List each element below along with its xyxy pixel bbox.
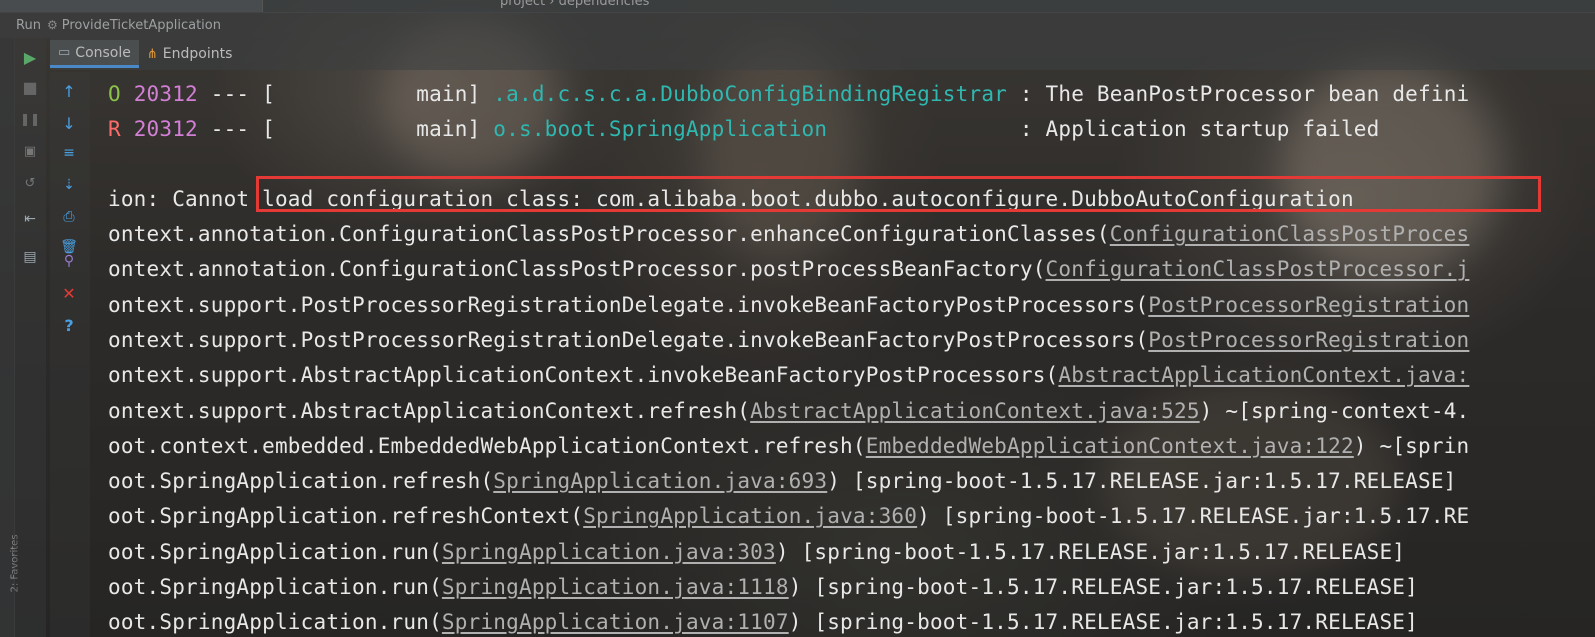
stack-frame-method: oot.context.embedded.EmbeddedWebApplicat… [108,433,866,458]
exception-prefix: ion: [108,187,173,211]
console-icon: ▭ [58,45,71,60]
stack-frame-jar: ) [spring-boot-1.5.17.RELEASE.jar:1.5.17… [788,610,1418,635]
stack-frame-method: ontext.annotation.ConfigurationClassPost… [108,222,1110,246]
log-padding [827,117,1007,141]
stack-frame-jar: ) ~[sprin [1353,433,1470,458]
stop-icon[interactable]: ■ [19,76,41,98]
stack-frame-method: ontext.support.AbstractApplicationContex… [108,398,751,423]
stack-frame-method: oot.SpringApplication.run( [108,539,442,564]
stack-frame-source-link[interactable]: SpringApplication.java:1107 [442,610,789,634]
log-message: : The BeanPostProcessor bean defini [1007,82,1470,106]
log-message: : Application startup failed [1007,117,1380,141]
log-thread: --- [ main] [197,117,494,141]
stack-frame-source-link[interactable]: PostProcessorRegistration [1148,293,1469,317]
scroll-down-icon[interactable]: ↓ [58,112,80,134]
stack-frame-line: oot.SpringApplication.run(SpringApplicat… [108,571,1418,603]
run-tool-window-header: Run ⚙ ProvideTicketApplication [0,12,1595,38]
rerun-icon[interactable]: ▶ [19,46,41,68]
stack-frame-line: ontext.support.PostProcessorRegistration… [108,289,1469,321]
stack-frame-method: oot.SpringApplication.run( [108,610,442,635]
log-thread: --- [ main] [197,82,494,106]
stack-frame-source-link[interactable]: ConfigurationClassPostProces [1110,222,1470,246]
stack-frame-method: ontext.annotation.ConfigurationClassPost… [108,257,1046,282]
stack-frame-jar: ) [spring-boot-1.5.17.RELEASE.jar:1.5.17… [827,469,1457,494]
stack-frame-line: oot.SpringApplication.refreshContext(Spr… [108,500,1469,532]
help-icon[interactable]: ? [58,314,80,336]
stack-frame-source-link[interactable]: SpringApplication.java:303 [442,540,776,564]
log-pid: 20312 [133,82,198,106]
endpoints-icon: ⋔ [146,46,158,62]
console-output[interactable]: O 20312 --- [ main] .a.d.c.s.c.a.DubboCo… [92,72,1595,637]
highlight-annotation-box [256,176,1541,212]
stack-frame-method: ontext.support.PostProcessorRegistration… [108,292,1149,317]
stack-frame-source-link[interactable]: SpringApplication.java:360 [583,504,917,528]
log-pid: 20312 [133,117,198,141]
scroll-up-icon[interactable]: ↑ [58,80,80,102]
stack-frame-source-link[interactable]: AbstractApplicationContext.java: [1058,363,1469,387]
stack-frame-line: oot.context.embedded.EmbeddedWebApplicat… [108,430,1469,462]
stack-frame-jar: ) [spring-boot-1.5.17.RELEASE.jar:1.5.17… [788,575,1418,599]
stack-frame-method: ontext.support.AbstractApplicationContex… [108,363,1059,388]
stack-frame-line: ontext.support.AbstractApplicationContex… [108,395,1469,427]
scroll-to-end-icon[interactable]: ⇣ [58,174,80,196]
log-logger[interactable]: .a.d.c.s.c.a.DubboConfigBindingRegistrar [493,82,1007,106]
run-tabs-bar: ▭ Console ⋔ Endpoints [50,38,1595,70]
stack-frame-line: ontext.support.AbstractApplicationContex… [108,359,1469,391]
log-level: R [108,117,121,141]
run-config-name[interactable]: ProvideTicketApplication [62,18,221,33]
stack-frame-source-link[interactable]: EmbeddedWebApplicationContext.java:122 [866,434,1354,458]
stack-frame-line: oot.SpringApplication.run(SpringApplicat… [108,606,1418,637]
run-label: Run [16,17,41,33]
log-logger[interactable]: o.s.boot.SpringApplication [493,117,827,141]
tab-endpoints[interactable]: ⋔ Endpoints [139,40,241,68]
exit-icon[interactable]: ⇤ [19,208,41,230]
stack-frame-jar: ) ~[spring-context-4. [1199,398,1470,423]
breadcrumb[interactable]: project › dependencies [500,0,649,9]
stack-frame-source-link[interactable]: SpringApplication.java:693 [493,469,827,493]
pin-icon[interactable]: ⚲ [58,250,80,272]
log-line: O 20312 --- [ main] .a.d.c.s.c.a.DubboCo… [108,78,1469,110]
log-line-error: R 20312 --- [ main] o.s.boot.SpringAppli… [108,113,1379,145]
run-actions-toolbar: ▶ ■ ❚❚ ▣ ↺ ⇤ ▤ [14,38,46,637]
project-panel-edge [0,0,263,12]
stack-frame-line: oot.SpringApplication.refresh(SpringAppl… [108,465,1457,497]
console-actions-toolbar: ↑ ↓ ≡ ⇣ ⎙ 🗑 ⚲ ✕ ? [50,72,90,637]
stack-frame-method: ontext.support.PostProcessorRegistration… [108,327,1149,352]
stack-frame-line: ontext.annotation.ConfigurationClassPost… [108,218,1469,250]
tab-endpoints-label: Endpoints [162,46,233,62]
left-edge-strip: 2: Favorites [0,38,21,637]
stack-frame-method: oot.SpringApplication.refresh( [108,469,494,494]
pause-icon[interactable]: ❚❚ [19,108,41,130]
stack-frame-line: oot.SpringApplication.run(SpringApplicat… [108,536,1405,568]
stack-frame-method: oot.SpringApplication.run( [108,575,442,599]
stack-frame-source-link[interactable]: ConfigurationClassPostProcessor.j [1046,257,1470,281]
stack-frame-source-link[interactable]: AbstractApplicationContext.java:525 [750,399,1200,423]
close-icon[interactable]: ✕ [58,282,80,304]
restore-layout-icon[interactable]: ↺ [19,172,41,194]
spring-app-icon: ⚙ [46,18,58,32]
stack-frame-line: ontext.annotation.ConfigurationClassPost… [108,253,1469,285]
stack-frame-jar: ) [spring-boot-1.5.17.RELEASE.jar:1.5.17… [917,504,1470,529]
log-level: O [108,82,121,106]
stack-frame-method: oot.SpringApplication.refreshContext( [108,504,584,529]
stack-frame-source-link[interactable]: PostProcessorRegistration [1148,328,1469,352]
dump-threads-icon[interactable]: ▣ [19,140,41,162]
print-icon[interactable]: ⎙ [58,206,80,228]
stack-frame-line: ontext.support.PostProcessorRegistration… [108,324,1469,356]
tab-console-label: Console [75,44,131,61]
ide-run-window: project › dependencies Run ⚙ ProvideTick… [0,0,1595,637]
pin-tab-icon[interactable]: ▤ [19,246,41,268]
stack-frame-jar: ) [spring-boot-1.5.17.RELEASE.jar:1.5.17… [775,539,1406,564]
stack-frame-source-link[interactable]: SpringApplication.java:1118 [442,575,789,599]
soft-wrap-icon[interactable]: ≡ [58,142,80,164]
tab-console[interactable]: ▭ Console [50,40,139,68]
